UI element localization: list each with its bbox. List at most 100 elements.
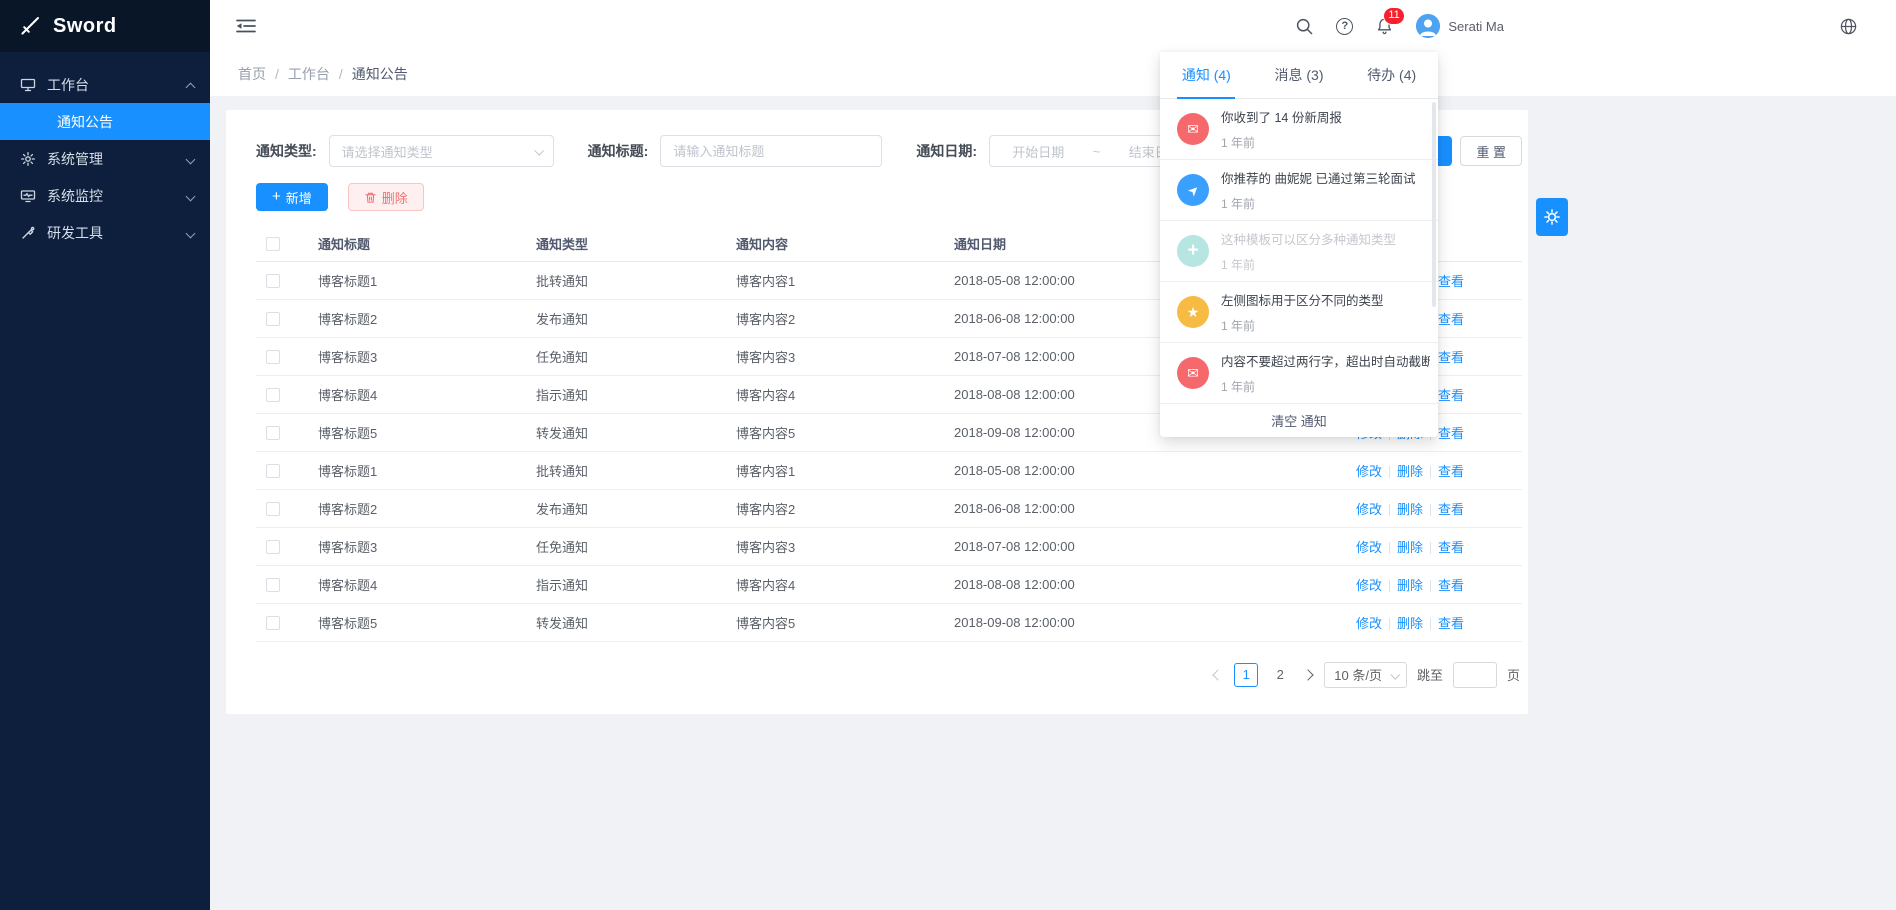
chevron-right-icon — [1303, 669, 1314, 680]
clear-notifications-button[interactable]: 清空 通知 — [1160, 404, 1438, 437]
notification-item[interactable]: ★ 左侧图标用于区分不同的类型 1 年前 — [1160, 282, 1438, 343]
page-jump-input[interactable] — [1453, 662, 1497, 688]
row-checkbox[interactable] — [266, 540, 280, 554]
notice-title-input[interactable] — [660, 135, 882, 167]
notification-item[interactable]: + 这种模板可以区分多种通知类型 1 年前 — [1160, 221, 1438, 282]
topbar-actions: ? 11 Serati — [1295, 14, 1504, 38]
view-link[interactable]: 查看 — [1438, 464, 1464, 479]
notification-tab[interactable]: 消息 (3) — [1253, 52, 1346, 98]
cell-notice-type: 批转通知 — [526, 261, 726, 299]
delete-link[interactable]: 删除 — [1397, 502, 1423, 517]
notification-time: 1 年前 — [1221, 256, 1396, 273]
language-globe-icon[interactable] — [1839, 17, 1858, 36]
sidebar-item-label: 工作台 — [47, 75, 89, 95]
breadcrumb-item[interactable]: 首页 — [238, 64, 266, 84]
search-icon[interactable] — [1295, 17, 1314, 36]
cell-notice-content: 博客内容2 — [726, 489, 944, 527]
theme-settings-button[interactable] — [1536, 198, 1568, 236]
row-checkbox[interactable] — [266, 426, 280, 440]
divider — [1389, 466, 1390, 478]
notification-tab[interactable]: 待办 (4) — [1345, 52, 1438, 98]
breadcrumb-item[interactable]: 通知公告 — [330, 64, 408, 84]
cell-notice-title: 博客标题3 — [308, 337, 526, 375]
edit-link[interactable]: 修改 — [1356, 616, 1382, 631]
sidebar-item-dev-tools[interactable]: 研发工具 — [0, 214, 210, 251]
help-icon[interactable]: ? — [1336, 18, 1353, 35]
view-link[interactable]: 查看 — [1438, 578, 1464, 593]
prev-page-button[interactable] — [1212, 671, 1224, 679]
sidebar-item-workbench[interactable]: 工作台 — [0, 66, 210, 103]
row-checkbox[interactable] — [266, 274, 280, 288]
mail-icon: ✉ — [1177, 113, 1209, 145]
notification-time: 1 年前 — [1221, 195, 1415, 212]
app-title: Sword — [53, 15, 117, 38]
notifications-tabs: 通知 (4)消息 (3)待办 (4) — [1160, 52, 1438, 99]
row-checkbox[interactable] — [266, 464, 280, 478]
breadcrumb: 首页工作台通知公告 — [210, 52, 1896, 96]
breadcrumb-item[interactable]: 工作台 — [266, 64, 330, 84]
row-checkbox[interactable] — [266, 578, 280, 592]
notifications-popover: 通知 (4)消息 (3)待办 (4) ✉ 你收到了 14 份新周报 1 年前 ➤… — [1160, 52, 1438, 437]
page-size-select[interactable]: 10 条/页 — [1324, 662, 1407, 688]
edit-link[interactable]: 修改 — [1356, 464, 1382, 479]
notifications-bell-icon[interactable]: 11 — [1375, 17, 1394, 36]
notification-time: 1 年前 — [1221, 378, 1430, 395]
delete-link[interactable]: 删除 — [1397, 578, 1423, 593]
cell-notice-content: 博客内容4 — [726, 375, 944, 413]
collapse-menu-icon[interactable] — [236, 18, 256, 34]
view-link[interactable]: 查看 — [1438, 274, 1464, 289]
sidebar-item-notice[interactable]: 通知公告 — [0, 103, 210, 140]
row-checkbox[interactable] — [266, 350, 280, 364]
delete-link[interactable]: 删除 — [1397, 464, 1423, 479]
select-all-checkbox[interactable] — [266, 237, 280, 251]
main-area: ? 11 Serati — [210, 0, 1896, 910]
row-checkbox[interactable] — [266, 312, 280, 326]
chevron-down-icon — [186, 192, 196, 202]
view-link[interactable]: 查看 — [1438, 502, 1464, 517]
divider — [1389, 542, 1390, 554]
notification-item[interactable]: ✉ 你收到了 14 份新周报 1 年前 — [1160, 99, 1438, 160]
row-checkbox[interactable] — [266, 616, 280, 630]
edit-link[interactable]: 修改 — [1356, 540, 1382, 555]
sidebar: Sword 工作台 通知公告 — [0, 0, 210, 910]
row-checkbox[interactable] — [266, 388, 280, 402]
notification-item[interactable]: ✉ 内容不要超过两行字，超出时自动截断 1 年前 — [1160, 343, 1438, 404]
notification-item[interactable]: ➤ 你推荐的 曲妮妮 已通过第三轮面试 1 年前 — [1160, 160, 1438, 221]
pagination: 12 10 条/页 跳至 页 — [256, 662, 1522, 688]
view-link[interactable]: 查看 — [1438, 388, 1464, 403]
notice-type-select[interactable]: 请选择通知类型 — [329, 135, 554, 167]
sidebar-item-system-admin[interactable]: 系统管理 — [0, 140, 210, 177]
next-page-button[interactable] — [1302, 671, 1314, 679]
cell-notice-content: 博客内容2 — [726, 299, 944, 337]
row-checkbox[interactable] — [266, 502, 280, 516]
cell-notice-type: 转发通知 — [526, 603, 726, 641]
delete-link[interactable]: 删除 — [1397, 540, 1423, 555]
notification-tab[interactable]: 通知 (4) — [1160, 52, 1253, 98]
view-link[interactable]: 查看 — [1438, 350, 1464, 365]
delete-link[interactable]: 删除 — [1397, 616, 1423, 631]
reset-button[interactable]: 重 置 — [1460, 136, 1522, 166]
page-number[interactable]: 1 — [1234, 663, 1258, 687]
cell-notice-date: 2018-07-08 12:00:00 — [944, 527, 1244, 565]
cell-notice-date: 2018-05-08 12:00:00 — [944, 451, 1244, 489]
chevron-up-icon — [186, 83, 196, 93]
desktop-icon — [20, 77, 36, 93]
edit-link[interactable]: 修改 — [1356, 502, 1382, 517]
view-link[interactable]: 查看 — [1438, 616, 1464, 631]
add-button[interactable]: + 新增 — [256, 183, 328, 211]
user-menu[interactable]: Serati Ma — [1416, 14, 1504, 38]
view-link[interactable]: 查看 — [1438, 426, 1464, 441]
divider — [1389, 504, 1390, 516]
sidebar-item-system-monitor[interactable]: 系统监控 — [0, 177, 210, 214]
column-header: 通知标题 — [308, 226, 526, 261]
page-unit-label: 页 — [1507, 665, 1520, 684]
page-number[interactable]: 2 — [1268, 663, 1292, 687]
view-link[interactable]: 查看 — [1438, 312, 1464, 327]
notification-time: 1 年前 — [1221, 134, 1342, 151]
popover-scrollbar[interactable] — [1432, 102, 1436, 307]
delete-button[interactable]: 删除 — [348, 183, 424, 211]
view-link[interactable]: 查看 — [1438, 540, 1464, 555]
topbar: ? 11 Serati — [210, 0, 1896, 52]
edit-link[interactable]: 修改 — [1356, 578, 1382, 593]
send-icon: ➤ — [1177, 174, 1209, 206]
